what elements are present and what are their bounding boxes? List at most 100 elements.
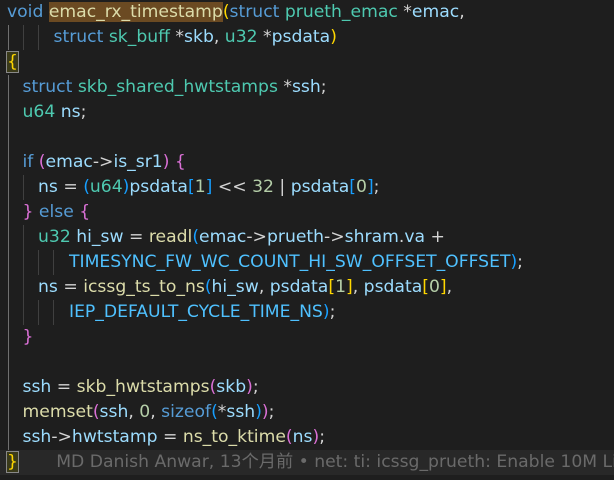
code-token: ->	[51, 427, 72, 447]
code-token: void	[7, 2, 44, 22]
indent-guide	[53, 300, 54, 325]
code-token: else	[38, 202, 74, 222]
code-line-current[interactable]: } MD Danish Anwar, 13个月前 • net: ti: icss…	[0, 450, 614, 475]
code-token: emac_rx_timestamp	[48, 2, 223, 22]
code-token: u64	[89, 177, 123, 197]
code-text: {	[6, 50, 19, 75]
code-token: skb_shared_hwtstamps	[77, 77, 278, 97]
code-token: psdata	[290, 177, 350, 197]
code-token: 0	[356, 177, 367, 197]
code-line[interactable]: void emac_rx_timestamp(struct prueth_ema…	[0, 0, 614, 25]
code-token: ns	[292, 427, 313, 447]
code-token: ]	[366, 177, 374, 197]
code-token: ,	[459, 2, 465, 22]
code-token: (	[204, 277, 212, 297]
code-token: ->	[246, 227, 267, 247]
code-token: icssg_ts_to_ns	[83, 277, 205, 297]
code-token: )	[255, 402, 262, 422]
code-token: u32	[38, 227, 71, 247]
indent-guide	[38, 250, 39, 275]
code-token: (	[211, 402, 218, 422]
code-token: <<	[212, 177, 253, 197]
code-token: )	[261, 402, 269, 422]
indent-guide	[8, 325, 9, 350]
code-line[interactable]: if (emac->is_sr1) {	[0, 150, 614, 175]
indent-guide	[8, 75, 9, 100]
code-token: |	[273, 177, 291, 197]
code-token: (	[285, 427, 293, 447]
code-token: hi_sw	[76, 227, 124, 247]
code-token: hi_sw	[211, 277, 259, 297]
code-token: psdata	[363, 277, 423, 297]
code-token: ;	[517, 252, 523, 272]
code-token: emac	[411, 2, 460, 22]
code-line[interactable]: TIMESYNC_FW_WC_COUNT_HI_SW_OFFSET_OFFSET…	[0, 250, 614, 275]
indent-guide	[23, 25, 24, 50]
code-token: ssh	[226, 402, 256, 422]
code-token: ;	[319, 427, 325, 447]
code-token: =	[123, 227, 149, 247]
code-line[interactable]: struct skb_shared_hwtstamps *ssh;	[0, 75, 614, 100]
code-line[interactable]: struct sk_buff *skb, u32 *psdata)	[0, 25, 614, 50]
code-token: )	[322, 302, 330, 322]
code-token: 0	[428, 277, 440, 297]
indent-guide	[23, 175, 24, 200]
code-line[interactable]: IEP_DEFAULT_CYCLE_TIME_NS);	[0, 300, 614, 325]
indent-guide	[38, 300, 39, 325]
code-text: void emac_rx_timestamp(struct prueth_ema…	[7, 0, 465, 25]
code-token: prueth	[266, 227, 325, 247]
code-line[interactable]: } else {	[0, 200, 614, 225]
code-token: ->	[324, 227, 345, 247]
code-line[interactable]: u32 hi_sw = readl(emac->prueth->shram.va…	[0, 225, 614, 250]
indent-guide	[8, 25, 9, 50]
code-line[interactable]: ns = icssg_ts_to_ns(hi_sw, psdata[1], ps…	[0, 275, 614, 300]
indent-guide	[8, 400, 9, 425]
code-line[interactable]	[0, 350, 614, 375]
code-token: skb	[184, 27, 214, 47]
indent-guide	[8, 200, 9, 225]
code-token: =	[157, 427, 183, 447]
code-token: sk_buff	[108, 27, 170, 47]
code-token: ns	[38, 277, 58, 297]
code-token: skb_hwtstamps	[76, 377, 210, 397]
code-token: ,	[128, 402, 140, 422]
code-editor[interactable]: void emac_rx_timestamp(struct prueth_ema…	[0, 0, 614, 480]
code-line[interactable]: ns = (u64)psdata[1] << 32 | psdata[0];	[0, 175, 614, 200]
code-token: ssh	[22, 377, 52, 397]
code-line[interactable]: {	[0, 50, 614, 75]
code-token: ,	[213, 27, 225, 47]
indent-guide	[8, 125, 9, 150]
code-text: TIMESYNC_FW_WC_COUNT_HI_SW_OFFSET_OFFSET…	[69, 250, 523, 275]
code-token: *	[397, 2, 412, 22]
code-line[interactable]	[0, 125, 614, 150]
code-token: (	[83, 177, 90, 197]
code-text: ssh->hwtstamp = ns_to_ktime(ns);	[23, 425, 326, 450]
code-token: {	[174, 152, 186, 172]
code-token: ,	[352, 277, 364, 297]
code-token: memset	[22, 402, 93, 422]
code-token: ;	[252, 377, 259, 397]
code-token: ]	[439, 277, 447, 297]
code-line[interactable]: u64 ns;	[0, 100, 614, 125]
code-line[interactable]: ssh->hwtstamp = ns_to_ktime(ns);	[0, 425, 614, 450]
code-line[interactable]: memset(ssh, 0, sizeof(*ssh));	[0, 400, 614, 425]
code-token: ns	[38, 177, 58, 197]
code-token: ;	[373, 177, 380, 197]
code-token: [	[422, 277, 429, 297]
code-token: =	[51, 377, 77, 397]
code-token: ssh	[22, 427, 52, 447]
code-token: struct	[229, 2, 280, 22]
indent-guide	[8, 300, 9, 325]
code-token: shram	[344, 227, 399, 247]
code-token: psdata	[129, 177, 188, 197]
code-text: } MD Danish Anwar, 13个月前 • net: ti: icss…	[6, 450, 614, 475]
code-token: )	[330, 27, 337, 47]
indent-guide	[8, 250, 9, 275]
indent-guide	[8, 375, 9, 400]
code-token: struct	[53, 27, 104, 47]
code-token: sizeof	[161, 402, 212, 422]
code-token: TIMESYNC_FW_WC_COUNT_HI_SW_OFFSET_OFFSET	[69, 252, 511, 272]
code-line[interactable]: }	[0, 325, 614, 350]
code-line[interactable]: ssh = skb_hwtstamps(skb);	[0, 375, 614, 400]
code-token: }	[22, 327, 34, 347]
